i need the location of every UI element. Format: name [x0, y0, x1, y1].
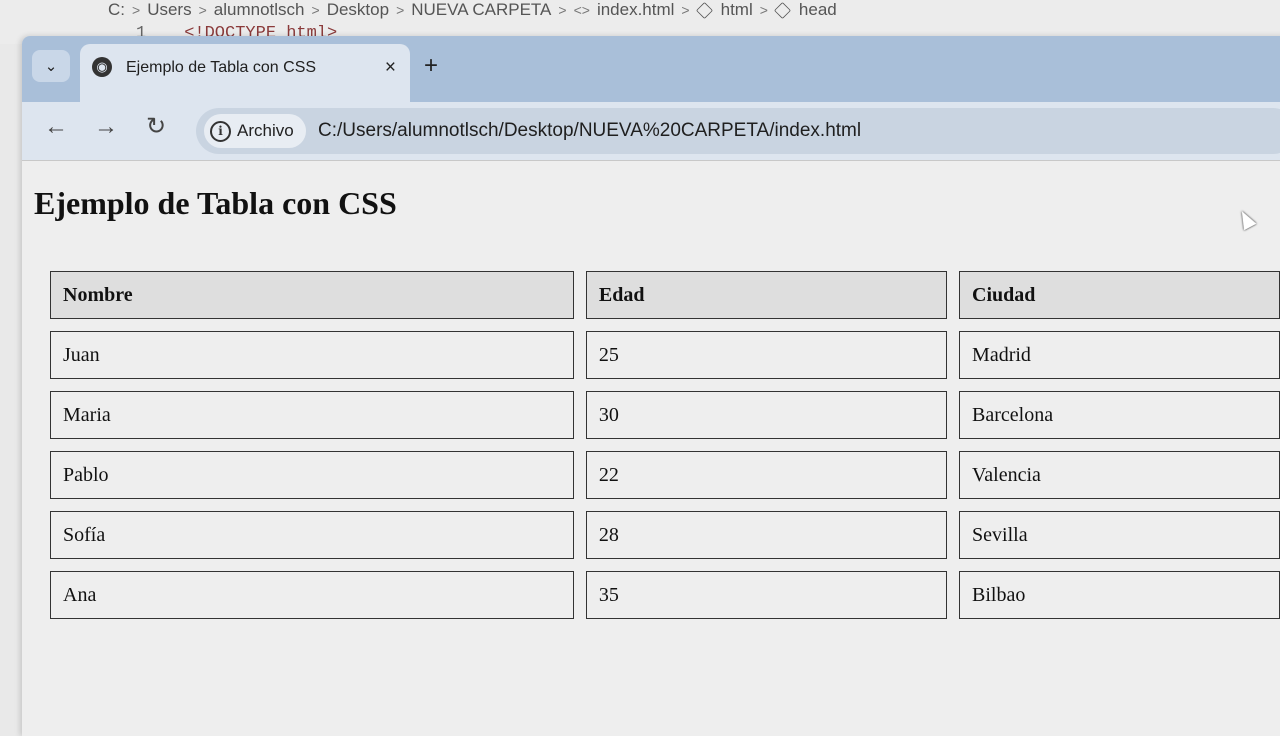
cell-ciudad: Madrid [959, 331, 1280, 379]
table-row: Maria 30 Barcelona [50, 391, 1280, 439]
breadcrumb-item-head[interactable]: head [799, 0, 837, 20]
arrow-left-icon[interactable]: ← [44, 115, 68, 139]
cell-edad: 35 [585, 571, 948, 619]
chevron-right-icon: > [396, 2, 405, 18]
cell-nombre: Maria [50, 391, 574, 439]
cell-nombre: Ana [50, 571, 574, 619]
browser-toolbar: ← → ↻ i Archivo C:/Users/alumnotlsch/Des… [22, 102, 1280, 161]
chevron-right-icon: > [311, 2, 320, 18]
table-row: Sofía 28 Sevilla [50, 511, 1280, 559]
chevron-right-icon: > [198, 2, 207, 18]
breadcrumb: C: > Users > alumnotlsch > Desktop > NUE… [108, 0, 837, 20]
tab-strip: ⌄ ◉ Ejemplo de Tabla con CSS × + [22, 36, 1280, 102]
reload-icon[interactable]: ↻ [146, 115, 166, 139]
site-info-chip[interactable]: i Archivo [204, 114, 306, 148]
new-tab-button[interactable]: + [424, 54, 438, 78]
globe-icon: ◉ [92, 57, 112, 77]
breadcrumb-item-drive[interactable]: C: [108, 0, 125, 20]
page-content: Ejemplo de Tabla con CSS Nombre Edad Ciu… [22, 161, 1280, 736]
table-header-row: Nombre Edad Ciudad [50, 271, 1280, 319]
cell-edad: 22 [585, 451, 948, 499]
data-table: Nombre Edad Ciudad Juan 25 Madrid Maria … [38, 259, 1280, 631]
cell-ciudad: Bilbao [959, 571, 1280, 619]
breadcrumb-item-user[interactable]: alumnotlsch [214, 0, 305, 20]
column-header-edad: Edad [585, 271, 948, 319]
breadcrumb-item-html[interactable]: html [721, 0, 753, 20]
chevron-right-icon: > [759, 2, 768, 18]
breadcrumb-item-users[interactable]: Users [147, 0, 191, 20]
breadcrumb-item-file[interactable]: index.html [597, 0, 674, 20]
chevron-right-icon: > [558, 2, 567, 18]
cell-ciudad: Sevilla [959, 511, 1280, 559]
cell-nombre: Sofía [50, 511, 574, 559]
cell-edad: 30 [585, 391, 948, 439]
tab-title: Ejemplo de Tabla con CSS [126, 59, 317, 76]
site-info-label: Archivo [237, 121, 294, 140]
breadcrumb-item-folder[interactable]: NUEVA CARPETA [411, 0, 551, 20]
close-icon[interactable]: × [385, 57, 396, 79]
chevron-down-icon[interactable]: ⌄ [32, 50, 70, 82]
chevron-right-icon: > [681, 2, 690, 18]
page-title: Ejemplo de Tabla con CSS [34, 185, 397, 221]
cell-ciudad: Valencia [959, 451, 1280, 499]
chevron-right-icon: > [132, 2, 141, 18]
table-row: Juan 25 Madrid [50, 331, 1280, 379]
info-icon: i [210, 120, 231, 142]
column-header-nombre: Nombre [50, 271, 574, 319]
address-bar[interactable]: i Archivo C:/Users/alumnotlsch/Desktop/N… [196, 108, 1280, 154]
code-brackets-icon: <> [573, 2, 590, 18]
table-row: Ana 35 Bilbao [50, 571, 1280, 619]
cell-ciudad: Barcelona [959, 391, 1280, 439]
cell-nombre: Pablo [50, 451, 574, 499]
element-cube-icon [773, 1, 791, 19]
cell-nombre: Juan [50, 331, 574, 379]
table-row: Pablo 22 Valencia [50, 451, 1280, 499]
breadcrumb-item-desktop[interactable]: Desktop [327, 0, 389, 20]
cell-edad: 28 [585, 511, 948, 559]
element-cube-icon [695, 1, 713, 19]
column-header-ciudad: Ciudad [959, 271, 1280, 319]
browser-window: ⌄ ◉ Ejemplo de Tabla con CSS × + ← → ↻ i… [22, 36, 1280, 736]
url-text[interactable]: C:/Users/alumnotlsch/Desktop/NUEVA%20CAR… [318, 120, 861, 142]
tab-active[interactable]: ◉ Ejemplo de Tabla con CSS × [80, 44, 410, 102]
arrow-right-icon[interactable]: → [94, 115, 118, 139]
cell-edad: 25 [585, 331, 948, 379]
